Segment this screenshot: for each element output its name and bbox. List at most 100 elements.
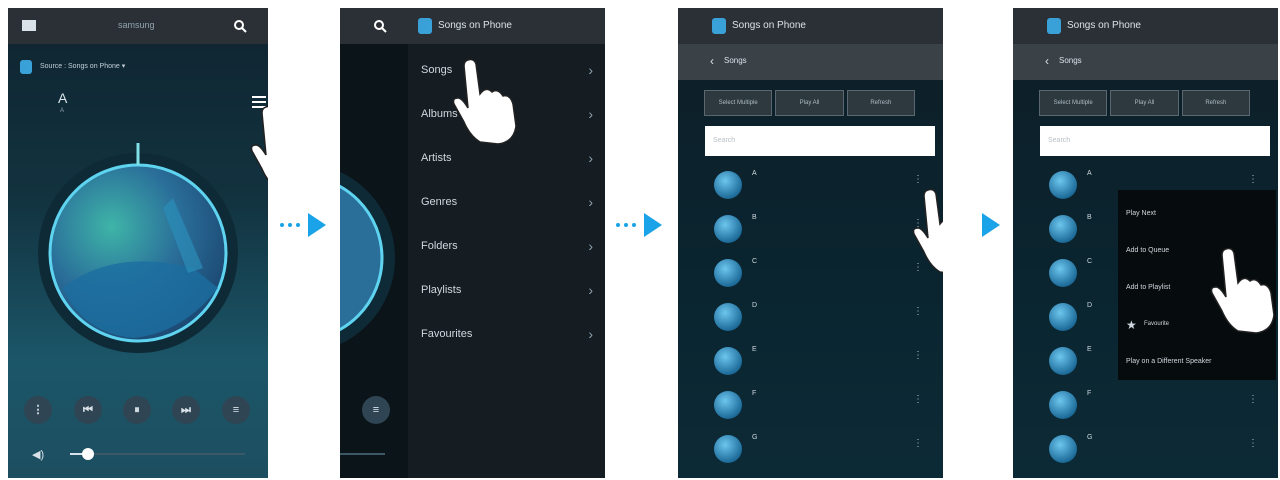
- song-title: G: [1087, 434, 1093, 441]
- chevron-left-icon[interactable]: ‹: [1045, 54, 1049, 68]
- search-icon[interactable]: [373, 19, 387, 33]
- play-all-button[interactable]: Play All: [1110, 90, 1179, 116]
- queue-button[interactable]: ≡: [362, 396, 390, 424]
- play-next-option[interactable]: Play Next: [1126, 210, 1156, 217]
- album-thumbnail: [714, 171, 742, 199]
- song-row[interactable]: G ⋮: [708, 428, 929, 472]
- step-arrow-3: [982, 213, 1000, 237]
- volume-track[interactable]: [70, 453, 245, 455]
- now-playing-screen: samsung Source : Songs on Phone ▾ A A ⋮ …: [8, 8, 268, 478]
- menu-item-genres[interactable]: Genres ›: [408, 182, 605, 226]
- phone-source-icon: [20, 60, 32, 74]
- album-thumbnail: [1049, 215, 1077, 243]
- chevron-right-icon: ›: [588, 62, 593, 78]
- song-row[interactable]: B⋮: [708, 208, 929, 252]
- source-label[interactable]: Source : Songs on Phone ▾: [40, 62, 125, 70]
- action-button-row: Select Multiple Play All Refresh: [1039, 90, 1250, 116]
- refresh-button[interactable]: Refresh: [846, 90, 915, 116]
- volume-icon[interactable]: ◀): [32, 448, 44, 461]
- step-arrow-2: [616, 213, 662, 237]
- chevron-right-icon: ›: [588, 106, 593, 122]
- chevron-right-icon: ›: [588, 194, 593, 210]
- play-all-button[interactable]: Play All: [775, 90, 844, 116]
- more-options-icon[interactable]: ⋮: [913, 394, 923, 405]
- album-thumbnail: [714, 215, 742, 243]
- song-row[interactable]: G ⋮: [1043, 428, 1264, 472]
- album-thumbnail: [714, 435, 742, 463]
- album-thumbnail: [714, 347, 742, 375]
- sort-sub-label: A: [60, 108, 65, 114]
- song-row[interactable]: D⋮: [708, 296, 929, 340]
- back-label: Songs: [724, 56, 747, 65]
- next-button[interactable]: ⏭: [172, 396, 200, 424]
- album-thumbnail: [1049, 303, 1077, 331]
- back-bar[interactable]: ‹ Songs: [678, 44, 943, 80]
- action-button-row: Select Multiple Play All Refresh: [704, 90, 915, 116]
- album-thumbnail: [714, 259, 742, 287]
- more-options-icon[interactable]: ⋮: [913, 350, 923, 361]
- album-thumbnail: [1049, 259, 1077, 287]
- menu-item-playlists[interactable]: Playlists ›: [408, 270, 605, 314]
- queue-button[interactable]: ≡: [222, 396, 250, 424]
- add-to-playlist-option[interactable]: Add to Playlist: [1126, 284, 1170, 291]
- select-multiple-button[interactable]: Select Multiple: [704, 90, 773, 116]
- step-arrow-1: [280, 213, 326, 237]
- header-title: Songs on Phone: [438, 20, 512, 31]
- song-title: D: [1087, 302, 1093, 309]
- pointing-hand-icon: [912, 188, 943, 274]
- menu-item-label: Favourites: [421, 328, 473, 340]
- song-row[interactable]: A ⋮: [708, 164, 929, 208]
- select-multiple-button[interactable]: Select Multiple: [1039, 90, 1108, 116]
- chevron-right-icon: ›: [588, 238, 593, 254]
- speaker-group-icon[interactable]: [22, 20, 36, 31]
- album-thumbnail: [1049, 347, 1077, 375]
- pause-button[interactable]: ⏸: [123, 396, 151, 424]
- song-title: C: [1087, 258, 1093, 265]
- menu-item-favourites[interactable]: Favourites ›: [408, 314, 605, 358]
- more-options-icon[interactable]: ⋮: [1248, 438, 1258, 449]
- more-options-button[interactable]: ⋮: [24, 396, 52, 424]
- menu-item-label: Artists: [421, 152, 452, 164]
- favourite-option[interactable]: Favourite: [1144, 321, 1169, 327]
- song-title: G: [752, 434, 758, 441]
- song-row[interactable]: F ⋮: [708, 384, 929, 428]
- search-input[interactable]: Search: [1040, 126, 1270, 156]
- song-title: F: [1087, 390, 1092, 397]
- chevron-left-icon[interactable]: ‹: [710, 54, 714, 68]
- chevron-right-icon: ›: [588, 150, 593, 166]
- star-icon: ★: [1126, 318, 1137, 332]
- song-title: C: [752, 258, 758, 265]
- song-title: E: [752, 346, 757, 353]
- previous-button[interactable]: ⏮: [74, 396, 102, 424]
- song-title: A: [752, 170, 757, 177]
- header-title: Songs on Phone: [1067, 20, 1141, 31]
- song-row[interactable]: C⋮: [708, 252, 929, 296]
- volume-track: [340, 453, 385, 455]
- sort-label[interactable]: A: [58, 90, 67, 106]
- top-bar: Songs on Phone: [1013, 8, 1278, 44]
- song-title: D: [752, 302, 758, 309]
- menu-item-label: Genres: [421, 196, 458, 208]
- back-label: Songs: [1059, 56, 1082, 65]
- more-options-icon[interactable]: ⋮: [913, 174, 923, 185]
- back-bar[interactable]: ‹ Songs: [1013, 44, 1278, 80]
- more-options-icon[interactable]: ⋮: [913, 438, 923, 449]
- song-title: B: [752, 214, 757, 221]
- search-icon[interactable]: [233, 19, 247, 33]
- volume-thumb[interactable]: [82, 448, 94, 460]
- song-row[interactable]: E⋮: [708, 340, 929, 384]
- chevron-right-icon: ›: [588, 282, 593, 298]
- more-options-icon[interactable]: ⋮: [1248, 394, 1258, 405]
- album-thumbnail: [1049, 435, 1077, 463]
- search-input[interactable]: Search: [705, 126, 935, 156]
- more-options-icon[interactable]: ⋮: [1248, 174, 1258, 185]
- play-on-different-speaker-option[interactable]: Play on a Different Speaker: [1126, 358, 1211, 365]
- phone-source-icon: [712, 18, 726, 34]
- refresh-button[interactable]: Refresh: [1181, 90, 1250, 116]
- more-options-icon[interactable]: ⋮: [913, 306, 923, 317]
- menu-item-folders[interactable]: Folders ›: [408, 226, 605, 270]
- song-row[interactable]: F ⋮: [1043, 384, 1264, 428]
- header-title: samsung: [118, 20, 155, 30]
- add-to-queue-option[interactable]: Add to Queue: [1126, 247, 1169, 254]
- album-art-dial[interactable]: [23, 128, 253, 358]
